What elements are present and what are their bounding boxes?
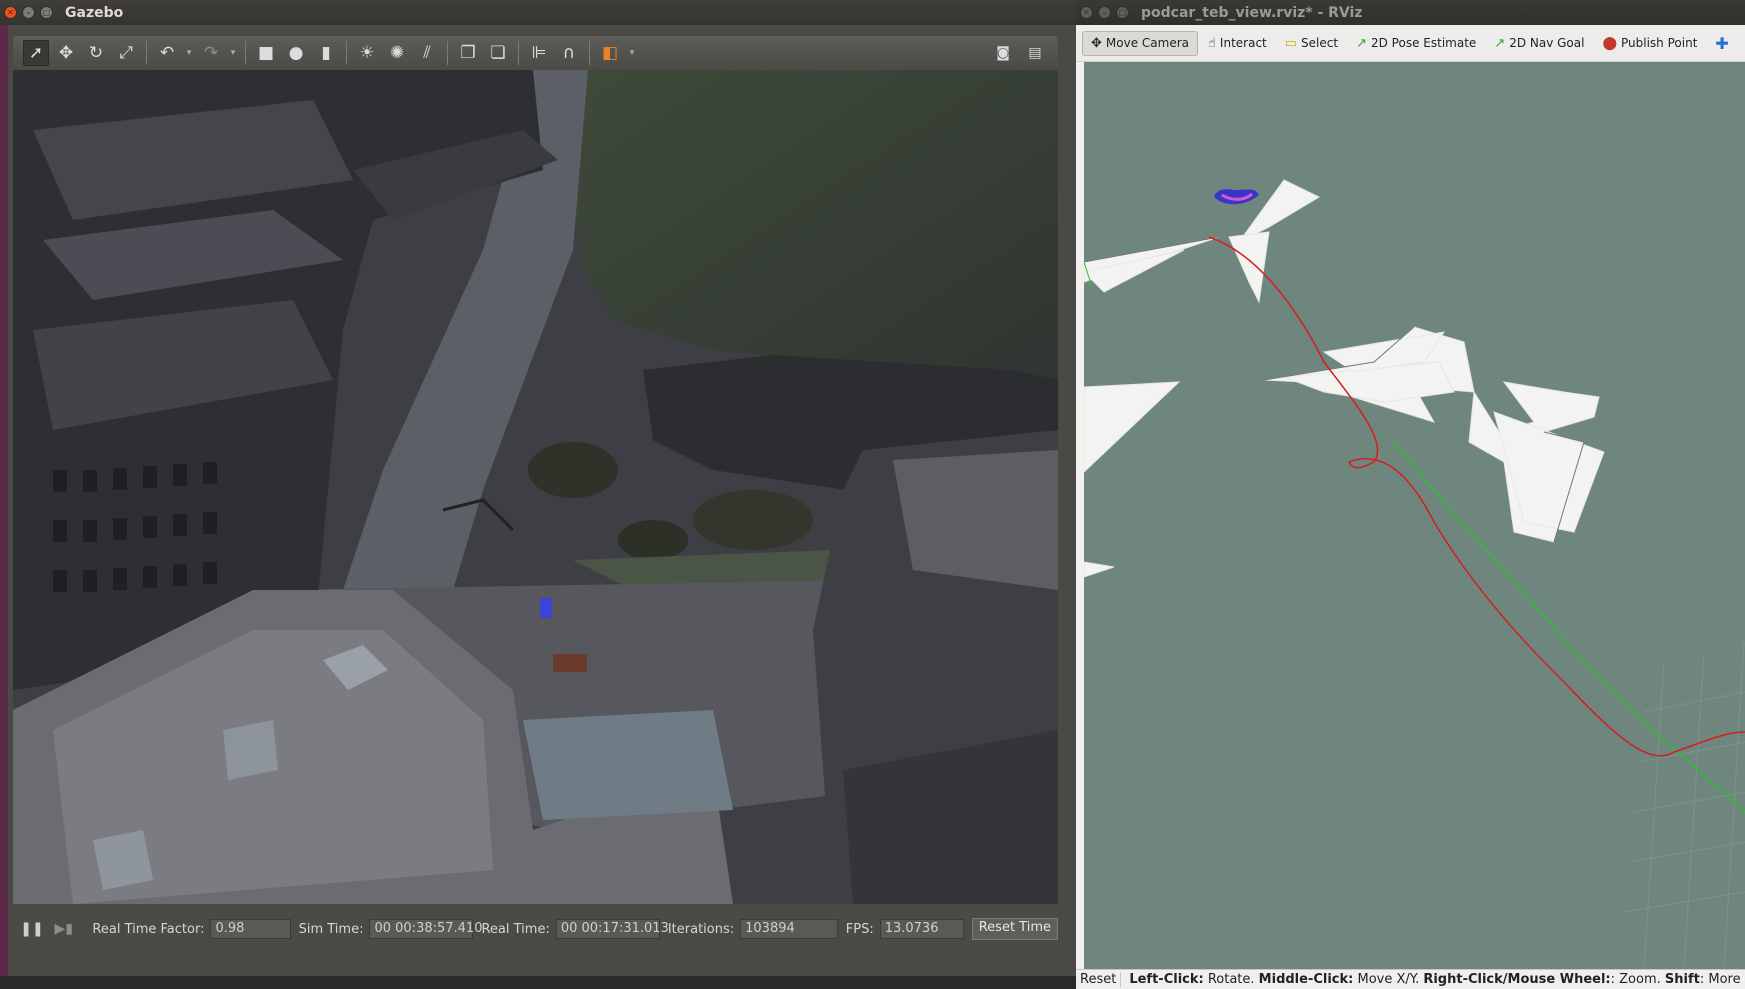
rviz-window: ✕ – □ podcar_teb_view.rviz* - RViz ✥ Mov… — [1076, 0, 1745, 989]
spot-light-icon[interactable]: ✺ — [384, 40, 410, 66]
middle-click-desc: Move X/Y. — [1353, 972, 1424, 987]
real-time-field: 00 00:17:31.013 — [555, 919, 669, 939]
move-camera-label: Move Camera — [1105, 36, 1189, 50]
sphere-shape-icon[interactable]: ● — [283, 40, 309, 66]
minimize-window-button[interactable]: – — [22, 6, 35, 19]
middle-click-key: Middle-Click: — [1258, 972, 1354, 987]
iterations-label: Iterations: — [667, 921, 735, 937]
box-shape-icon[interactable]: ■ — [253, 40, 279, 66]
gazebo-window-title: Gazebo — [65, 4, 124, 21]
fps-field: 13.0736 — [879, 919, 964, 939]
iterations-field: 103894 — [740, 919, 838, 939]
shift-desc: : More optic — [1699, 972, 1745, 987]
2d-nav-goal-tool[interactable]: ↗ 2D Nav Goal — [1486, 32, 1592, 55]
real-time-factor-field: 0.98 — [210, 919, 291, 939]
interact-tool[interactable]: ☝ Interact — [1200, 32, 1275, 55]
left-click-desc: Rotate. — [1203, 972, 1259, 987]
scale-icon[interactable]: ⤢ — [113, 40, 139, 66]
gazebo-window: ✕ – □ Gazebo ➚ ✥ ↻ ⤢ ↶ ▾ ↷ ▾ ■ ● ▮ ☀ ✺ ⫽… — [0, 0, 1076, 989]
reset-view-button[interactable]: Reset — [1076, 972, 1122, 987]
real-time-factor-label: Real Time Factor: — [92, 921, 205, 937]
snap-icon[interactable]: ∩ — [556, 40, 582, 66]
close-window-button[interactable]: ✕ — [1080, 6, 1093, 19]
reset-time-button[interactable]: Reset Time — [971, 918, 1058, 940]
green-arrow-icon: ↗ — [1356, 35, 1367, 51]
align-icon[interactable]: ⊫ — [526, 40, 552, 66]
pose-estimate-label: 2D Pose Estimate — [1370, 36, 1477, 50]
gazebo-titlebar: ✕ – □ Gazebo — [0, 0, 1076, 25]
step-icon[interactable]: ▶▮ — [53, 918, 74, 940]
directional-light-icon[interactable]: ⫽ — [414, 40, 440, 66]
toolbar-divider — [589, 41, 590, 65]
gazebo-3d-viewport[interactable] — [13, 70, 1058, 904]
toolbar-divider — [518, 41, 519, 65]
interact-label: Interact — [1219, 36, 1267, 50]
nav-goal-label: 2D Nav Goal — [1509, 36, 1585, 50]
2d-pose-estimate-tool[interactable]: ↗ 2D Pose Estimate — [1348, 32, 1484, 55]
toolbar-divider — [245, 41, 246, 65]
maximize-window-button[interactable]: □ — [1116, 6, 1129, 19]
view-angle-icon[interactable]: ◧ — [597, 40, 623, 66]
desktop-launcher-strip — [0, 25, 8, 989]
right-click-desc: : Zoom. — [1610, 972, 1665, 987]
move-camera-icon: ✥ — [1091, 35, 1102, 51]
close-window-button[interactable]: ✕ — [4, 6, 17, 19]
minimize-window-button[interactable]: – — [1098, 6, 1111, 19]
shift-key: Shift — [1664, 972, 1700, 987]
mouse-hint-text: Left-Click: Rotate. Middle-Click: Move X… — [1129, 972, 1745, 987]
redo-dropdown-icon[interactable]: ▾ — [228, 48, 238, 58]
sim-time-field: 00 00:38:57.410 — [369, 919, 482, 939]
undo-icon[interactable]: ↶ — [154, 40, 180, 66]
rviz-window-title: podcar_teb_view.rviz* - RViz — [1141, 4, 1363, 21]
cylinder-shape-icon[interactable]: ▮ — [313, 40, 339, 66]
publish-point-tool[interactable]: ⬤ Publish Point — [1594, 32, 1705, 55]
redo-icon[interactable]: ↷ — [198, 40, 224, 66]
rviz-toolbar: ✥ Move Camera ☝ Interact ▭ Select ↗ 2D P… — [1076, 25, 1745, 62]
real-time-label: Real Time: — [481, 921, 550, 937]
gazebo-statusbar: ❚❚ ▶▮ Real Time Factor: 0.98 Sim Time: 0… — [13, 912, 1058, 946]
select-arrow-icon[interactable]: ➚ — [23, 40, 49, 66]
toolbar-divider — [346, 41, 347, 65]
move-camera-tool[interactable]: ✥ Move Camera — [1082, 30, 1198, 56]
copy-icon[interactable]: ❐ — [455, 40, 481, 66]
select-box-icon: ▭ — [1284, 35, 1298, 51]
paste-icon[interactable]: ❏ — [485, 40, 511, 66]
view-angle-dropdown-icon[interactable]: ▾ — [627, 48, 637, 58]
add-tool-button[interactable]: ✚ — [1707, 30, 1736, 57]
camera-icon[interactable]: ◙ — [990, 40, 1016, 66]
gazebo-scene-render — [13, 70, 1058, 904]
sim-time-label: Sim Time: — [298, 921, 364, 937]
rviz-titlebar: ✕ – □ podcar_teb_view.rviz* - RViz — [1076, 0, 1745, 25]
publish-point-label: Publish Point — [1621, 36, 1698, 50]
map-pin-icon: ⬤ — [1602, 35, 1618, 51]
rviz-scene-render — [1084, 62, 1745, 969]
gazebo-toolbar: ➚ ✥ ↻ ⤢ ↶ ▾ ↷ ▾ ■ ● ▮ ☀ ✺ ⫽ ❐ ❏ ⊫ ∩ ◧ ▾ … — [13, 36, 1058, 70]
toolbar-divider — [146, 41, 147, 65]
left-click-key: Left-Click: — [1129, 972, 1204, 987]
select-tool[interactable]: ▭ Select — [1277, 32, 1346, 55]
undo-dropdown-icon[interactable]: ▾ — [184, 48, 194, 58]
rviz-3d-viewport[interactable] — [1084, 62, 1745, 969]
remove-tool-button[interactable]: ━ — [1739, 30, 1745, 57]
translate-icon[interactable]: ✥ — [53, 40, 79, 66]
maximize-window-button[interactable]: □ — [40, 6, 53, 19]
window-bottom-edge — [0, 976, 1076, 989]
green-arrow-icon: ↗ — [1494, 35, 1506, 51]
hand-pointer-icon: ☝ — [1208, 35, 1216, 51]
fps-label: FPS: — [845, 921, 874, 937]
right-click-key: Right-Click/Mouse Wheel: — [1423, 972, 1611, 987]
select-label: Select — [1301, 36, 1339, 50]
save-icon[interactable]: ▤ — [1022, 40, 1048, 66]
pause-icon[interactable]: ❚❚ — [20, 918, 43, 940]
toolbar-divider — [447, 41, 448, 65]
point-light-icon[interactable]: ☀ — [354, 40, 380, 66]
robot-model[interactable] — [540, 598, 552, 618]
rviz-statusbar: Reset Left-Click: Rotate. Middle-Click: … — [1076, 969, 1745, 989]
rotate-icon[interactable]: ↻ — [83, 40, 109, 66]
